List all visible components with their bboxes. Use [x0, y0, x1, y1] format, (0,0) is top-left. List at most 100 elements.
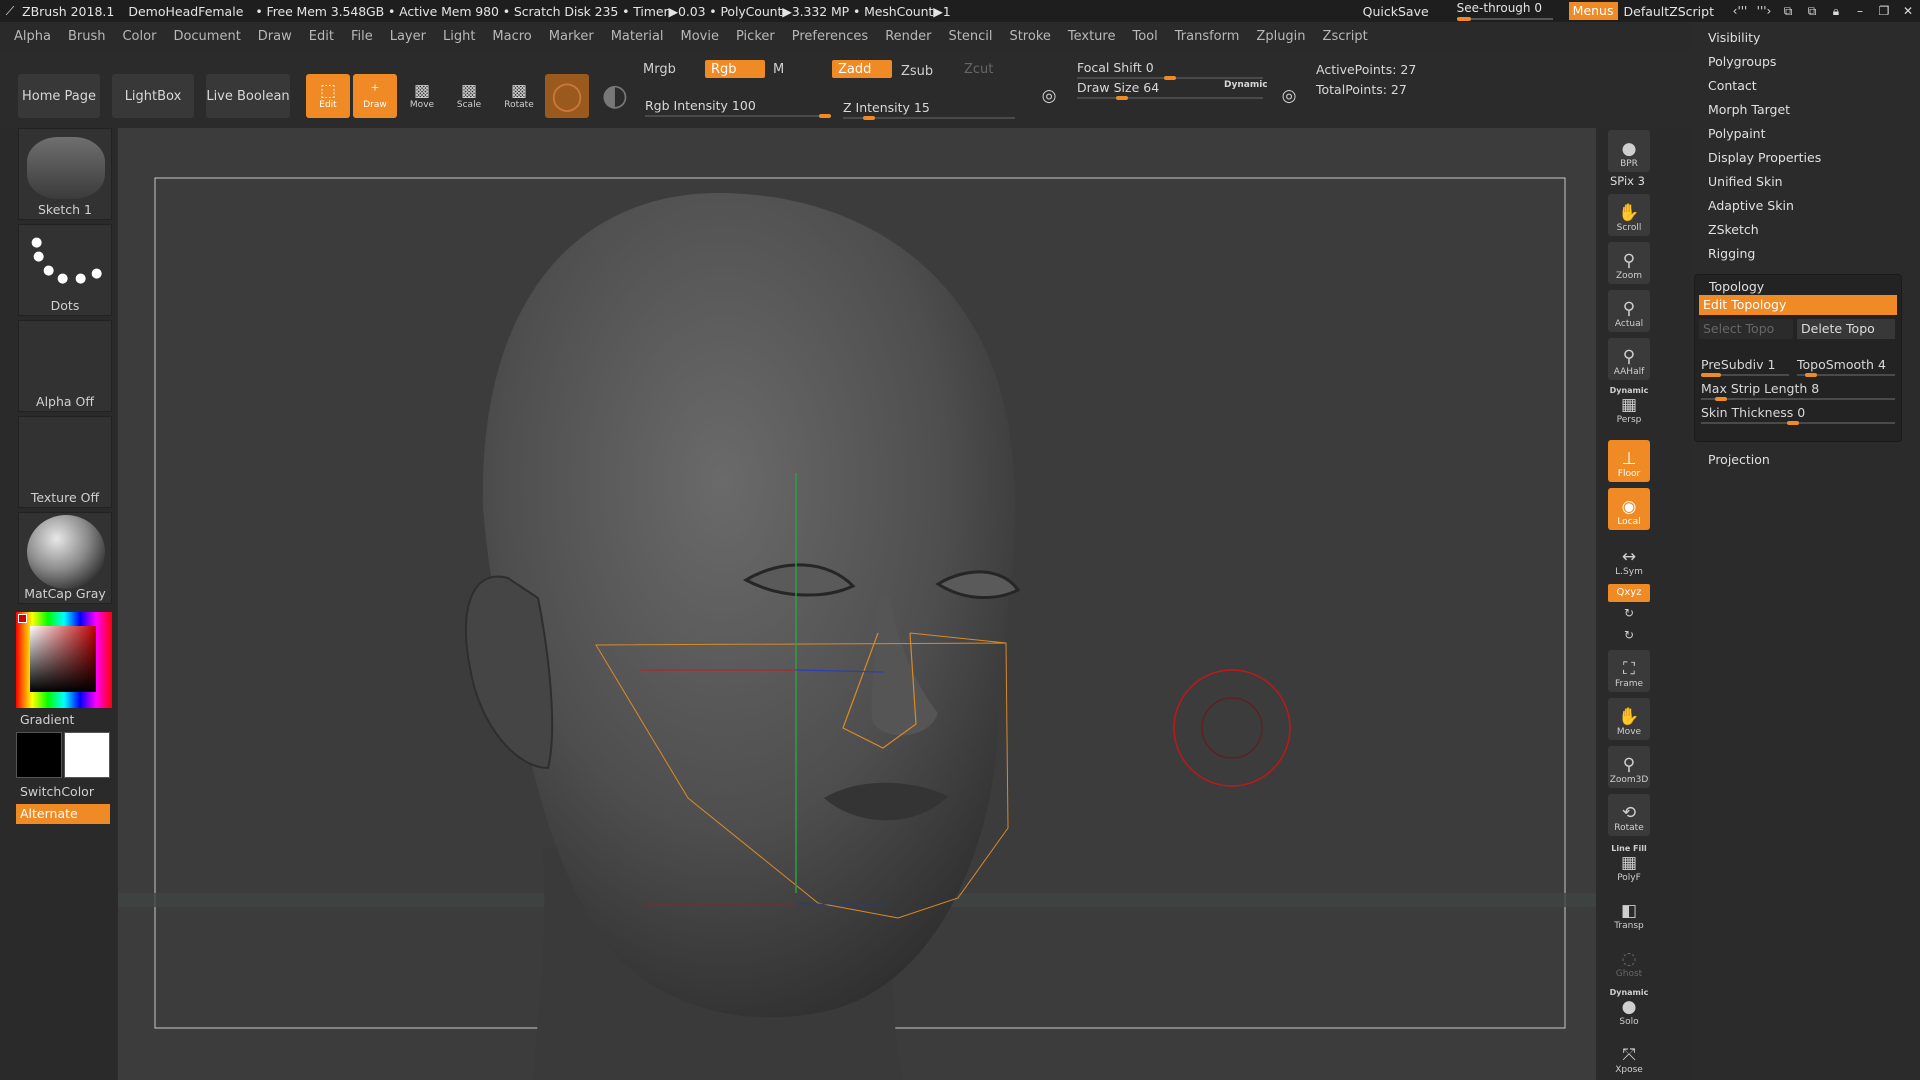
lock-icon[interactable]: 🔒︎	[1824, 4, 1848, 19]
skin-thickness-slider[interactable]: Skin Thickness 0	[1701, 403, 1895, 425]
brush-slot[interactable]: Sketch 1	[18, 128, 112, 220]
menu-tool[interactable]: Tool	[1132, 29, 1157, 44]
toposmooth-slider[interactable]: TopoSmooth 4	[1797, 355, 1895, 377]
frame-button[interactable]: ⛶ Frame	[1608, 650, 1650, 692]
zoom-button[interactable]: ⚲ Zoom	[1608, 242, 1650, 284]
alpha-slot[interactable]: Alpha Off	[18, 320, 112, 412]
move-mode-button[interactable]: ▩ Move	[400, 74, 444, 118]
material-swatch[interactable]: ◯	[545, 74, 589, 118]
xpose-button[interactable]: ⤧ Xpose	[1608, 1036, 1650, 1078]
rgb-toggle[interactable]: Rgb	[705, 60, 765, 78]
rotate-view-button[interactable]: ⟲ Rotate	[1608, 794, 1650, 836]
interface-toggle-icon[interactable]: ‹'''	[1728, 4, 1752, 18]
live-boolean-button[interactable]: Live Boolean	[206, 74, 290, 118]
menu-transform[interactable]: Transform	[1175, 29, 1240, 44]
dynamic-size-icon-button[interactable]: ◎	[1270, 76, 1308, 116]
z-rotation-icon[interactable]: ↻	[1608, 628, 1650, 642]
see-through-knob[interactable]	[1456, 17, 1471, 21]
switchcolor-button[interactable]: SwitchColor	[20, 784, 94, 799]
m-toggle[interactable]: M	[767, 60, 819, 78]
color-picker[interactable]	[16, 612, 112, 708]
z-intensity-slider[interactable]: Z Intensity 15	[843, 98, 1015, 120]
menu-color[interactable]: Color	[122, 29, 156, 44]
floor-button[interactable]: ⊥ Floor	[1608, 440, 1650, 482]
menu-layer[interactable]: Layer	[390, 29, 426, 44]
dynamic-toggle[interactable]: Dynamic	[1224, 80, 1268, 90]
canvas-viewport[interactable]	[118, 128, 1596, 1080]
menus-button[interactable]: Menus	[1568, 2, 1618, 20]
quicksave-button[interactable]: QuickSave	[1363, 4, 1429, 19]
max-strip-length-slider[interactable]: Max Strip Length 8	[1701, 379, 1895, 401]
menu-alpha[interactable]: Alpha	[14, 29, 51, 44]
ui-layout-icon[interactable]: ⧉	[1776, 4, 1800, 19]
menu-document[interactable]: Document	[173, 29, 240, 44]
gradient-toggle[interactable]: Gradient	[20, 712, 74, 727]
interface-toggle-2-icon[interactable]: '''›	[1752, 4, 1776, 18]
palette-polypaint[interactable]: Polypaint	[1708, 126, 1766, 141]
minimize-icon[interactable]: –	[1848, 4, 1872, 18]
menu-movie[interactable]: Movie	[681, 29, 719, 44]
palette-adaptive-skin[interactable]: Adaptive Skin	[1708, 198, 1794, 213]
lightbox-button[interactable]: LightBox	[112, 74, 194, 118]
menu-texture[interactable]: Texture	[1068, 29, 1116, 44]
polyf-button[interactable]: Line Fill ▦ PolyF	[1608, 844, 1650, 886]
xyz-rotation-toggle[interactable]: Qxyz	[1608, 584, 1650, 602]
menu-picker[interactable]: Picker	[736, 29, 775, 44]
palette-polygroups[interactable]: Polygroups	[1708, 54, 1776, 69]
palette-morph-target[interactable]: Morph Target	[1708, 102, 1790, 117]
menu-preferences[interactable]: Preferences	[792, 29, 868, 44]
menu-render[interactable]: Render	[885, 29, 931, 44]
menu-light[interactable]: Light	[443, 29, 475, 44]
texture-slot[interactable]: Texture Off	[18, 416, 112, 508]
zoom3d-button[interactable]: ⚲ Zoom3D	[1608, 746, 1650, 788]
see-through-slider[interactable]: See-through 0	[1453, 0, 1557, 22]
select-topo-button[interactable]: Select Topo	[1699, 319, 1793, 339]
draw-mode-button[interactable]: ⁺ Draw	[353, 74, 397, 118]
zsub-toggle[interactable]: Zsub	[895, 62, 955, 80]
palette-contact[interactable]: Contact	[1708, 78, 1757, 93]
palette-visibility[interactable]: Visibility	[1708, 30, 1760, 45]
solo-button[interactable]: Dynamic ● Solo	[1608, 988, 1650, 1030]
menu-edit[interactable]: Edit	[309, 29, 334, 44]
menu-stencil[interactable]: Stencil	[948, 29, 992, 44]
palette-display-properties[interactable]: Display Properties	[1708, 150, 1821, 165]
ui-layout-2-icon[interactable]: ⧉	[1800, 4, 1824, 19]
bpr-button[interactable]: ● BPR	[1608, 130, 1650, 172]
menu-stroke[interactable]: Stroke	[1009, 29, 1050, 44]
zadd-toggle[interactable]: Zadd	[832, 60, 892, 78]
palette-rigging[interactable]: Rigging	[1708, 246, 1755, 261]
mrgb-toggle[interactable]: Mrgb	[637, 60, 697, 78]
topology-header[interactable]: Topology	[1709, 279, 1764, 294]
edit-topology-button[interactable]: Edit Topology	[1699, 295, 1897, 315]
saturation-square[interactable]	[30, 626, 96, 692]
home-page-button[interactable]: Home Page	[18, 74, 100, 118]
zcut-toggle[interactable]: Zcut	[958, 60, 1018, 78]
edit-mode-button[interactable]: ⬚ Edit	[306, 74, 350, 118]
transp-button[interactable]: ◧ Transp	[1608, 892, 1650, 934]
restore-icon[interactable]: ❐	[1872, 4, 1896, 18]
brush-texture-swatch[interactable]: ◐	[593, 74, 637, 118]
alternate-button[interactable]: Alternate	[16, 804, 110, 824]
ghost-button[interactable]: ◌ Ghost	[1608, 940, 1650, 982]
focal-shift-icon-button[interactable]: ◎	[1030, 76, 1068, 116]
local-button[interactable]: ◉ Local	[1608, 488, 1650, 530]
delete-topo-button[interactable]: Delete Topo	[1797, 319, 1895, 339]
menu-zscript[interactable]: Zscript	[1323, 29, 1368, 44]
scale-mode-button[interactable]: ▩ Scale	[447, 74, 491, 118]
rgb-intensity-slider[interactable]: Rgb Intensity 100	[645, 96, 831, 118]
persp-button[interactable]: Dynamic ▦ Persp	[1608, 386, 1650, 428]
focal-shift-slider[interactable]: Focal Shift 0	[1077, 58, 1263, 80]
lsym-button[interactable]: ↔ L.Sym	[1608, 538, 1650, 580]
secondary-color-swatch[interactable]	[64, 732, 110, 778]
menu-brush[interactable]: Brush	[68, 29, 106, 44]
menu-material[interactable]: Material	[611, 29, 664, 44]
scroll-button[interactable]: ✋ Scroll	[1608, 194, 1650, 236]
material-slot[interactable]: MatCap Gray	[18, 512, 112, 604]
close-icon[interactable]: ✕	[1896, 4, 1920, 18]
menu-zplugin[interactable]: Zplugin	[1256, 29, 1305, 44]
main-color-swatch[interactable]	[16, 732, 62, 778]
rotate-mode-button[interactable]: ▩ Rotate	[497, 74, 541, 118]
menu-macro[interactable]: Macro	[492, 29, 531, 44]
palette-zsketch[interactable]: ZSketch	[1708, 222, 1759, 237]
menu-draw[interactable]: Draw	[258, 29, 292, 44]
